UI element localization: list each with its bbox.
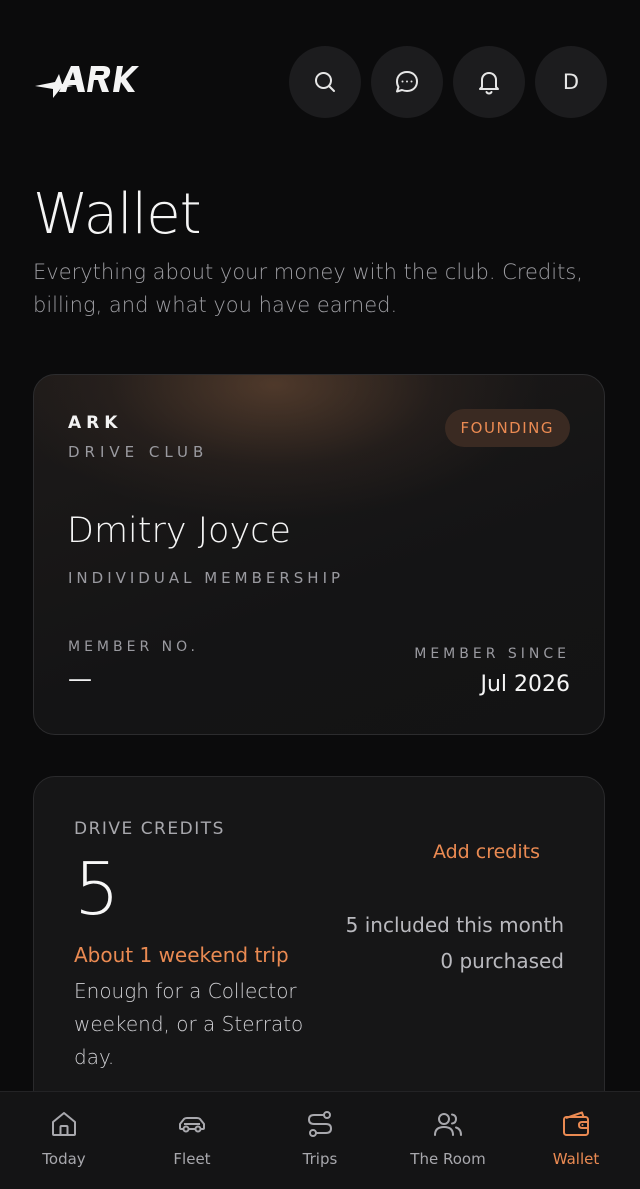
search-icon: [315, 72, 335, 92]
card-brand-subtitle: DRIVE CLUB: [68, 443, 209, 461]
add-credits-link[interactable]: Add credits: [433, 841, 540, 863]
credits-value: 5: [74, 847, 120, 931]
credits-purchased: 0 purchased: [440, 949, 564, 973]
drive-credits-card: DRIVE CREDITS 5 About 1 weekend trip Eno…: [33, 776, 605, 1136]
profile-avatar-button[interactable]: D: [535, 46, 607, 118]
nav-label: The Room: [410, 1150, 486, 1168]
car-icon: [179, 1117, 205, 1133]
bell-icon: [479, 72, 499, 95]
card-brand: ARK: [68, 413, 123, 433]
nav-label: Wallet: [552, 1150, 600, 1168]
member-since-label: MEMBER SINCE: [414, 646, 570, 662]
home-icon: [52, 1112, 76, 1136]
ark-logo[interactable]: [33, 64, 139, 100]
tier-badge: FOUNDING: [444, 409, 570, 447]
nav-label: Trips: [302, 1150, 338, 1168]
notifications-button[interactable]: [453, 46, 525, 118]
membership-type: INDIVIDUAL MEMBERSHIP: [68, 569, 345, 587]
page-subtitle: Everything about your money with the clu…: [33, 260, 583, 317]
member-number-value: —: [68, 665, 92, 693]
nav-label: Today: [42, 1150, 86, 1168]
nav-label: Fleet: [173, 1150, 211, 1168]
membership-card[interactable]: ARK DRIVE CLUB FOUNDING Dmitry Joyce IND…: [33, 374, 605, 735]
messages-button[interactable]: [371, 46, 443, 118]
credits-description: Enough for a Collector weekend, or a Ste…: [74, 979, 304, 1069]
nav-item-wallet[interactable]: Wallet: [512, 1092, 640, 1189]
wallet-icon: [563, 1111, 589, 1136]
users-icon: [434, 1113, 462, 1136]
nav-item-today[interactable]: Today: [0, 1092, 128, 1189]
nav-item-fleet[interactable]: Fleet: [128, 1092, 256, 1189]
nav-item-trips[interactable]: Trips: [256, 1092, 384, 1189]
page-title: Wallet: [33, 182, 202, 247]
nav-item-the-room[interactable]: The Room: [384, 1092, 512, 1189]
bottom-nav: Today Fleet Trips The Room Wallet: [0, 1091, 640, 1189]
credits-estimate: About 1 weekend trip: [74, 943, 289, 967]
member-since-value: Jul 2026: [480, 672, 570, 697]
chat-icon: [396, 71, 418, 93]
route-icon: [307, 1111, 333, 1137]
search-button[interactable]: [289, 46, 361, 118]
credits-included: 5 included this month: [345, 913, 564, 937]
member-name: Dmitry Joyce: [67, 511, 291, 551]
member-number-label: MEMBER NO.: [68, 639, 200, 655]
credits-label: DRIVE CREDITS: [74, 819, 225, 839]
avatar-initial: D: [562, 70, 580, 94]
